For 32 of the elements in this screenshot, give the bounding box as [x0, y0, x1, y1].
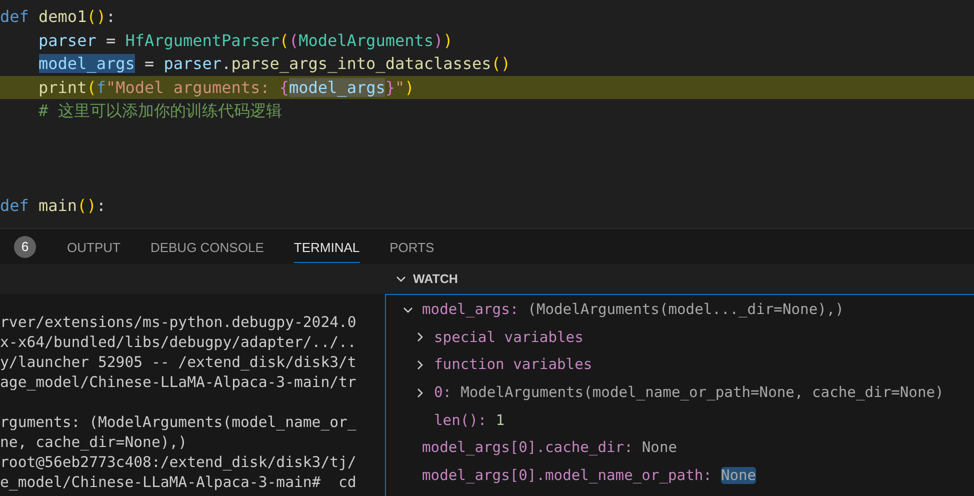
watch-value: ModelArguments(model_name_or_path=None, cache_dir=None) [460, 384, 944, 402]
terminal-line: rver/extensions/ms-python.debugpy-2024.0 [0, 313, 358, 333]
terminal-line: root@56eb2773c408:/extend_disk/disk3/tj/ [0, 453, 358, 473]
terminal-line: e_model/Chinese-LLaMA-Alpaca-3-main# cd [0, 473, 358, 493]
watch-expression[interactable]: function variables [434, 356, 592, 374]
code-editor[interactable]: def demo1(): parser = HfArgumentParser((ModelArguments)) model_args = parser.parse_args_into_dataclasses() print(f"Model arguments: {model_args}") # 这里可以添加你的训练代码逻辑 def main(): [0, 0, 974, 228]
terminal-line: age_model/Chinese-LLaMA-Alpaca-3-main/tr [0, 373, 358, 393]
code-line: def main(): [0, 194, 107, 217]
panel-tab[interactable]: DEBUG CONSOLE [150, 230, 264, 262]
watch-expression[interactable]: len(): [434, 412, 487, 429]
watch-header[interactable]: WATCH [385, 264, 974, 294]
problems-count-badge: 6 [14, 236, 36, 258]
panel-tab[interactable]: OUTPUT [67, 230, 120, 262]
watch-value: None [642, 439, 678, 456]
watch-expression[interactable]: 0: [434, 384, 452, 402]
watch-expression[interactable]: special variables [434, 328, 584, 346]
panel-tab[interactable]: TERMINAL [294, 230, 360, 262]
code-line: # 这里可以添加你的训练代码逻辑 [38, 100, 283, 122]
watch-expression[interactable]: model_args[0].cache_dir: [422, 439, 633, 456]
watch-expression[interactable]: model_args[0].model_name_or_path: [422, 466, 712, 484]
watch-expression[interactable]: model_args: [422, 301, 519, 318]
watch-value: 1 [496, 412, 505, 429]
code-line: def demo1(): [0, 6, 117, 28]
terminal-line: ne, cache_dir=None),) [0, 433, 188, 453]
code-line: model_args = parser.parse_args_into_dataclasses() [38, 53, 512, 76]
panel-tab[interactable]: PORTS [390, 230, 434, 262]
terminal-line: y/launcher 52905 -- /extend_disk/disk3/t [0, 353, 358, 373]
watch-value: None [720, 466, 756, 484]
code-line: parser = HfArgumentParser((ModelArguments)) [38, 30, 454, 52]
watch-value: (ModelArguments(model..._dir=None),) [528, 301, 844, 318]
terminal-line: x-x64/bundled/libs/debugpy/adapter/../.. [0, 333, 358, 353]
terminal-line: rguments: (ModelArguments(model_name_or_ [0, 413, 358, 433]
